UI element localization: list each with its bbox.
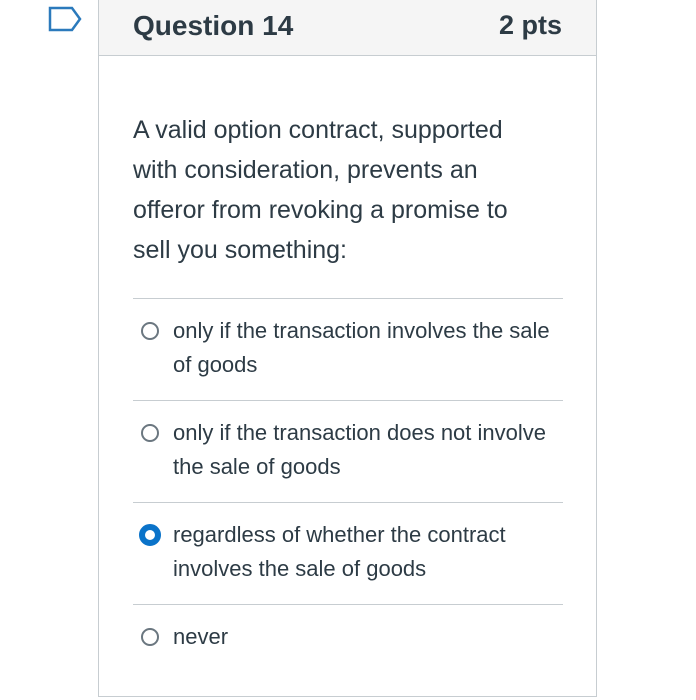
answer-option-selected[interactable]: regardless of whether the contract invol… <box>133 503 563 605</box>
quiz-page: Question 14 2 pts A valid option contrac… <box>0 0 696 700</box>
answer-option[interactable]: only if the transaction involves the sal… <box>133 299 563 401</box>
answer-label[interactable]: never <box>173 620 228 654</box>
question-points: 2 pts <box>498 10 562 40</box>
answer-label[interactable]: only if the transaction involves the sal… <box>173 314 563 382</box>
radio-button[interactable] <box>141 322 159 340</box>
question-header: Question 14 2 pts <box>99 0 596 56</box>
answer-label[interactable]: only if the transaction does not involve… <box>173 416 563 484</box>
answer-label[interactable]: regardless of whether the contract invol… <box>173 518 563 586</box>
question-text: A valid option contract, supported with … <box>133 116 508 264</box>
answer-list: only if the transaction involves the sal… <box>133 298 563 672</box>
question-title: Question 14 <box>133 9 294 41</box>
radio-button-selected[interactable] <box>139 524 161 546</box>
radio-button[interactable] <box>141 424 159 442</box>
question-card: Question 14 2 pts A valid option contrac… <box>98 0 597 697</box>
answer-option[interactable]: never <box>133 605 563 672</box>
answer-option[interactable]: only if the transaction does not involve… <box>133 401 563 503</box>
bookmark-flag-icon[interactable] <box>48 6 82 32</box>
radio-button[interactable] <box>141 628 159 646</box>
question-body: A valid option contract, supported with … <box>99 56 596 672</box>
